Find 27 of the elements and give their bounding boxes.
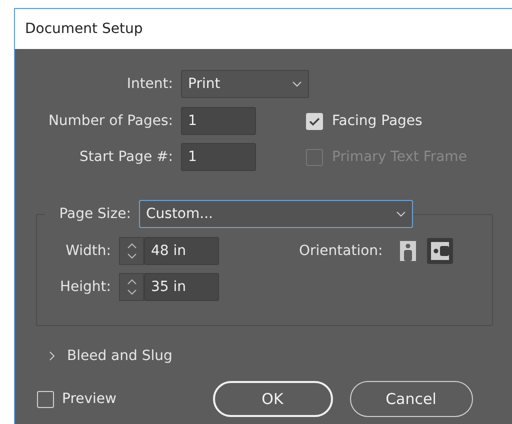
input-field[interactable]: 35 in bbox=[144, 273, 219, 301]
field-label: Orientation: bbox=[299, 243, 383, 259]
stepper-icon[interactable] bbox=[119, 237, 144, 265]
field-label: Height: bbox=[59, 279, 112, 295]
page-size-dropdown[interactable]: Custom... bbox=[139, 200, 413, 228]
chevron-down-icon bbox=[396, 211, 406, 217]
dialog-button[interactable]: OK bbox=[212, 381, 332, 417]
checkbox[interactable] bbox=[306, 112, 323, 130]
checkmark-icon bbox=[309, 116, 320, 126]
dialog-button[interactable]: Cancel bbox=[350, 381, 472, 417]
section-label[interactable]: Bleed and Slug bbox=[67, 348, 172, 364]
checkbox-label: Preview bbox=[62, 391, 116, 407]
input-field[interactable]: 1 bbox=[181, 143, 256, 171]
chevron-down-icon bbox=[292, 81, 302, 87]
intent-dropdown[interactable]: Print bbox=[181, 70, 309, 98]
chevron-right-icon[interactable] bbox=[49, 351, 55, 361]
checkbox-label: Facing Pages bbox=[332, 113, 422, 129]
field-label: Number of Pages: bbox=[47, 113, 174, 129]
field-label: Intent: bbox=[126, 76, 174, 92]
input-field[interactable]: 48 in bbox=[144, 237, 219, 265]
field-label: Page Size: bbox=[45, 206, 139, 222]
input-field[interactable]: 1 bbox=[181, 107, 256, 135]
stepper-icon[interactable] bbox=[119, 273, 144, 301]
window-title: Document Setup bbox=[25, 21, 143, 37]
field-label: Start Page #: bbox=[78, 149, 174, 165]
field-label: Width: bbox=[64, 243, 112, 259]
landscape-icon[interactable] bbox=[426, 238, 453, 264]
